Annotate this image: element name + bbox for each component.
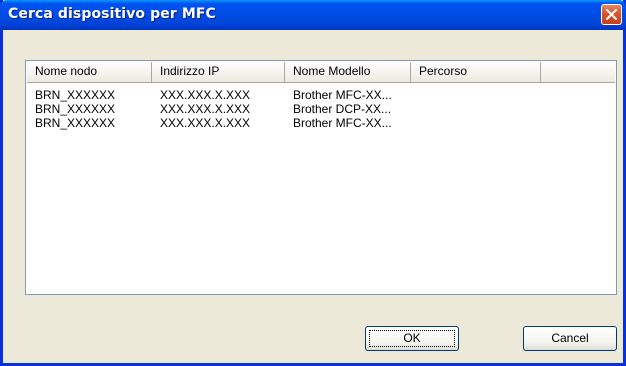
column-header-ip-address[interactable]: Indirizzo IP	[152, 62, 285, 83]
window-title: Cerca dispositivo per MFC	[8, 6, 216, 22]
column-header-path[interactable]: Percorso	[411, 62, 541, 83]
node-name-cell: BRN_XXXXXX	[35, 88, 116, 102]
title-bar[interactable]: Cerca dispositivo per MFC	[0, 0, 626, 30]
column-header-node-name[interactable]: Nome nodo	[27, 62, 152, 83]
list-rows: BRN_XXXXXX XXX.XXX.X.XXX Brother MFC-XX.…	[27, 88, 615, 130]
ip-address-cell: XXX.XXX.X.XXX	[160, 102, 251, 116]
model-name-cell: Brother MFC-XX...	[293, 116, 392, 130]
column-header-empty[interactable]	[541, 62, 615, 83]
path-cell	[411, 116, 541, 130]
path-cell	[411, 88, 541, 102]
list-item[interactable]: BRN_XXXXXX XXX.XXX.X.XXX Brother MFC-XX.…	[27, 88, 615, 102]
model-name-cell: Brother DCP-XX...	[293, 102, 392, 116]
cancel-button[interactable]: Cancel	[523, 326, 617, 351]
ok-button[interactable]: OK	[365, 326, 459, 351]
close-icon	[606, 9, 617, 20]
device-list[interactable]: Nome nodo Indirizzo IP Nome Modello Perc…	[25, 60, 617, 295]
cancel-button-label: Cancel	[551, 331, 589, 345]
path-cell	[411, 102, 541, 116]
close-button[interactable]	[601, 4, 622, 25]
dialog-window: Cerca dispositivo per MFC Nome nodo Indi…	[0, 0, 626, 366]
node-name-cell: BRN_XXXXXX	[35, 102, 116, 116]
ip-address-cell: XXX.XXX.X.XXX	[160, 116, 251, 130]
ip-address-cell: XXX.XXX.X.XXX	[160, 88, 251, 102]
focus-rectangle	[369, 330, 455, 347]
column-header-model-name[interactable]: Nome Modello	[285, 62, 411, 83]
list-item[interactable]: BRN_XXXXXX XXX.XXX.X.XXX Brother DCP-XX.…	[27, 102, 615, 116]
list-item[interactable]: BRN_XXXXXX XXX.XXX.X.XXX Brother MFC-XX.…	[27, 116, 615, 130]
node-name-cell: BRN_XXXXXX	[35, 116, 116, 130]
list-header: Nome nodo Indirizzo IP Nome Modello Perc…	[27, 62, 615, 83]
model-name-cell: Brother MFC-XX...	[293, 88, 392, 102]
